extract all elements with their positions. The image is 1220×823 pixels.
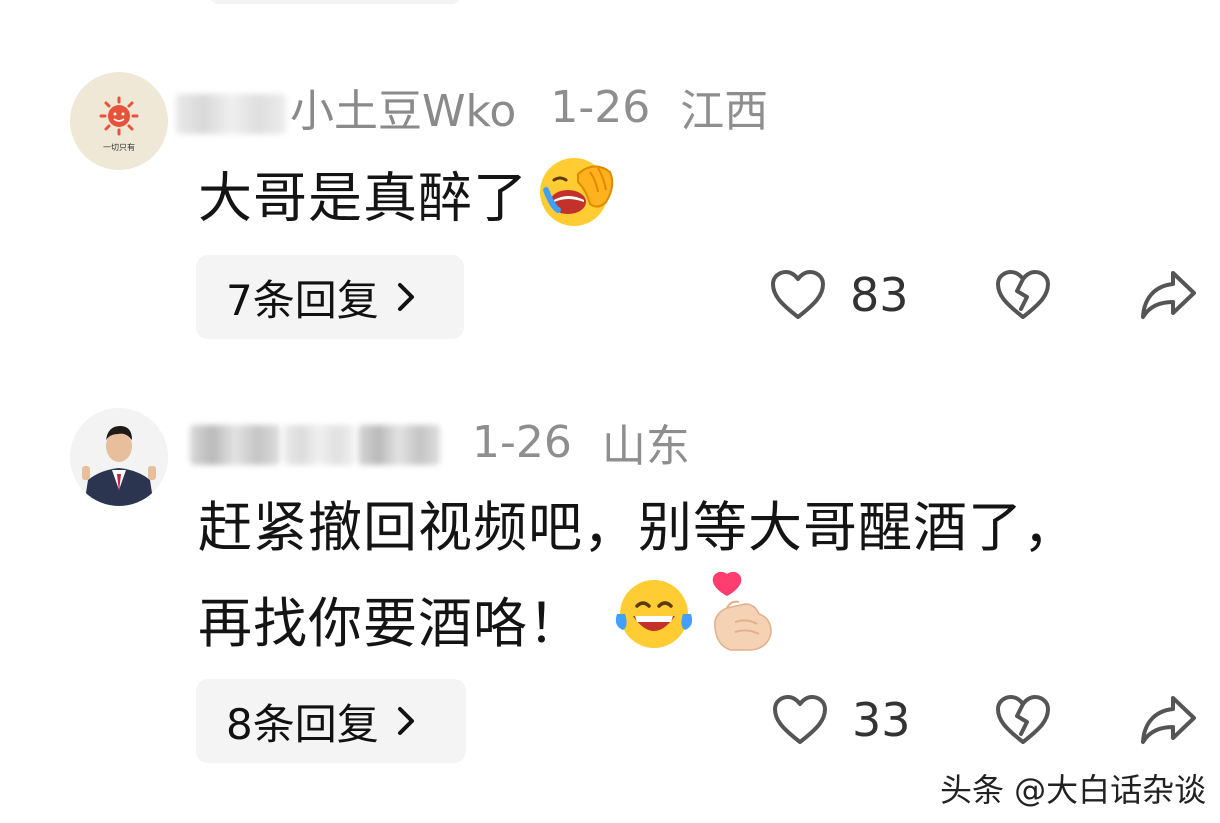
comment-region: 江西 <box>680 86 769 137</box>
username[interactable] <box>190 417 444 468</box>
dislike-button[interactable] <box>995 269 1051 321</box>
blurred-username-part <box>176 94 286 134</box>
facepalm-laugh-emoji-icon <box>532 150 618 254</box>
share-button[interactable] <box>1139 694 1197 746</box>
share-button[interactable] <box>1139 269 1197 321</box>
blurred-username-part <box>358 424 440 465</box>
tears-of-joy-emoji-icon <box>609 572 699 676</box>
chevron-right-icon <box>397 282 415 312</box>
comment-region: 山东 <box>601 421 690 472</box>
comment-date: 1-26 <box>550 81 651 133</box>
comment-text: 赶紧撤回视频吧，别等大哥醒酒了， 再找你要酒咯！ <box>198 486 1208 678</box>
comment-text: 大哥是真醉了 <box>198 150 618 254</box>
comment-actions: 33 <box>772 693 1197 747</box>
like-count: 83 <box>850 268 909 322</box>
reply-count-label: 8条回复 <box>226 699 379 749</box>
watermark: 头条 @大白话杂谈 <box>940 771 1207 809</box>
sun-avatar-icon <box>99 96 139 136</box>
blurred-username-part <box>190 424 280 465</box>
share-arrow-icon <box>1140 271 1196 319</box>
broken-heart-icon <box>995 270 1050 319</box>
dislike-button[interactable] <box>995 694 1051 746</box>
comment-meta: 小土豆Wko 1-26 江西 <box>176 80 768 137</box>
avatar[interactable]: 一切只有 <box>70 72 168 170</box>
comment-date: 1-26 <box>472 416 572 468</box>
comment-actions: 83 <box>770 268 1197 322</box>
username[interactable]: 小土豆Wko <box>176 75 516 139</box>
share-arrow-icon <box>1140 696 1196 744</box>
avatar-caption: 一切只有 <box>103 143 135 152</box>
like-count: 33 <box>852 693 911 747</box>
view-replies-button[interactable]: 8条回复 <box>196 679 466 763</box>
heart-outline-icon <box>773 695 827 744</box>
view-replies-button[interactable]: 7条回复 <box>196 255 464 339</box>
like-button[interactable] <box>770 269 826 321</box>
chevron-right-icon <box>397 706 415 736</box>
blurred-username-part <box>284 424 354 465</box>
heart-outline-icon <box>771 270 825 319</box>
finger-heart-emoji-icon <box>705 570 777 678</box>
comment-meta: 1-26 山东 <box>190 415 690 472</box>
avatar[interactable] <box>70 408 168 506</box>
man-in-suit-avatar-icon <box>70 408 168 506</box>
broken-heart-icon <box>995 695 1050 744</box>
like-button[interactable] <box>772 694 828 746</box>
reply-count-label: 7条回复 <box>226 275 379 325</box>
previous-reply-button-edge <box>210 0 460 4</box>
